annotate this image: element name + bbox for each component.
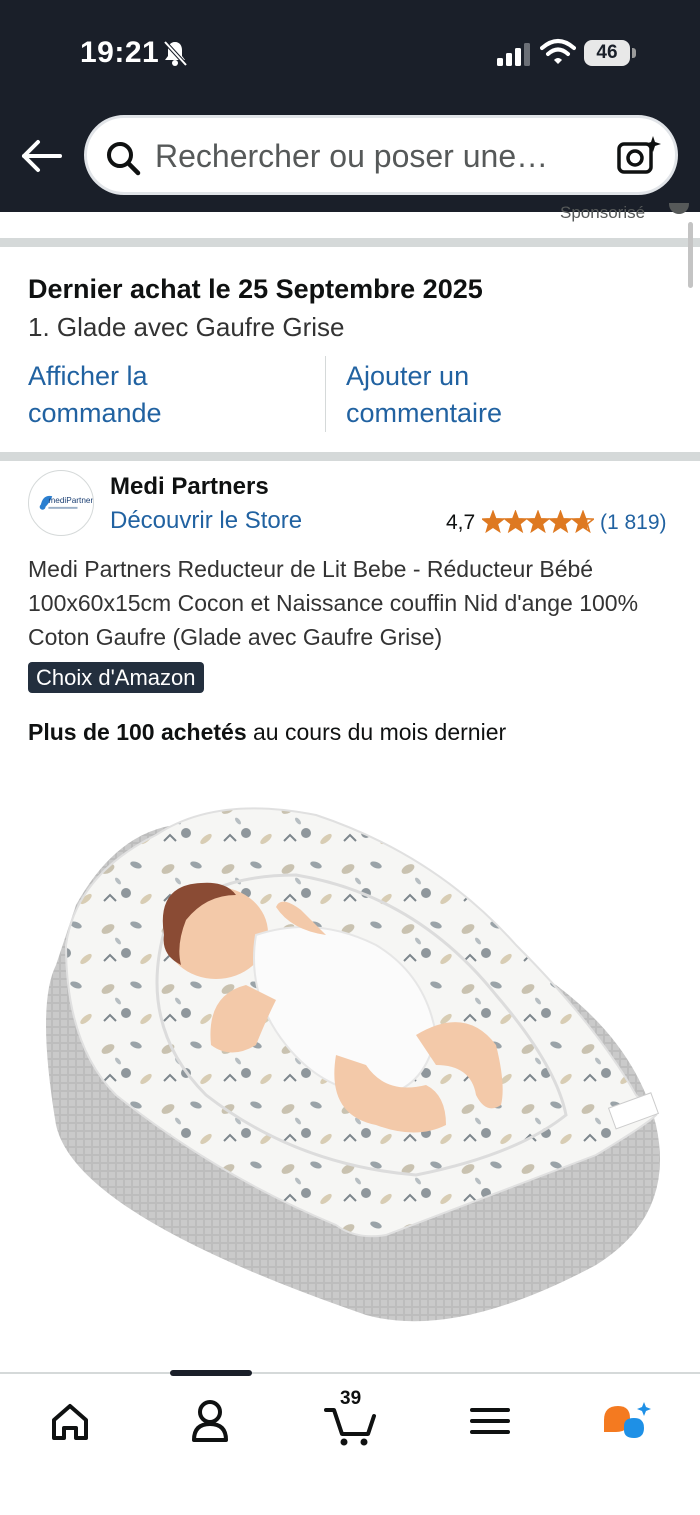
last-order-item: 1. Glade avec Gaufre Grise	[28, 312, 345, 342]
signal-icon	[497, 43, 530, 66]
star-icon	[527, 511, 549, 532]
top-bar: 19:21 46	[0, 0, 700, 212]
product-title[interactable]: Medi Partners Reducteur de Lit Bebe - Ré…	[28, 552, 678, 654]
section-divider	[0, 238, 700, 247]
wifi-icon	[540, 39, 576, 64]
back-arrow-icon[interactable]	[18, 134, 66, 178]
purchase-count: Plus de 100 achetés au cours du mois der…	[28, 719, 506, 746]
status-bar: 19:21 46	[0, 0, 700, 105]
brand-logo-text: mediPartners	[48, 496, 93, 505]
product-image[interactable]	[36, 795, 666, 1325]
section-divider	[0, 452, 700, 461]
brand-logo[interactable]: mediPartners	[28, 470, 94, 536]
rating-count[interactable]: (1 819)	[600, 511, 667, 535]
scrollbar[interactable]	[688, 222, 693, 288]
add-comment-link[interactable]: Ajouter un commentaire	[346, 358, 606, 432]
star-icon	[482, 511, 504, 532]
amazon-choice-badge: Choix d'Amazon	[28, 662, 204, 693]
menu-icon[interactable]	[460, 1396, 520, 1446]
battery-tip	[632, 48, 636, 58]
search-bar[interactable]	[84, 115, 678, 195]
star-icon	[505, 511, 526, 532]
sponsored-label: Sponsorisé	[560, 203, 646, 222]
purchase-count-strong: Plus de 100 achetés	[28, 719, 247, 745]
link-separator	[325, 356, 326, 432]
purchase-count-rest: au cours du mois dernier	[246, 719, 507, 745]
view-order-link[interactable]: Afficher la commande	[28, 358, 268, 432]
info-icon[interactable]	[668, 203, 690, 223]
brand-logo-graphic: mediPartners	[39, 495, 93, 510]
cart-count-badge: 39	[340, 1388, 362, 1409]
account-icon[interactable]	[180, 1396, 240, 1446]
active-tab-indicator	[170, 1370, 252, 1376]
rating-value: 4,7	[446, 511, 476, 534]
home-icon[interactable]	[40, 1396, 100, 1446]
rating-stars[interactable]	[482, 510, 594, 534]
brand-name: Medi Partners	[110, 473, 269, 500]
search-icon	[107, 142, 141, 176]
last-order-title: Dernier achat le 25 Septembre 2025	[28, 274, 483, 304]
battery-level: 46	[584, 40, 630, 66]
rufus-icon[interactable]	[598, 1396, 658, 1446]
store-link[interactable]: Découvrir le Store	[110, 507, 302, 535]
bell-off-icon	[163, 40, 188, 67]
status-time: 19:21	[80, 36, 160, 69]
star-icon	[550, 511, 571, 532]
camera-sparkle-icon[interactable]	[615, 134, 661, 178]
battery-icon: 46	[584, 40, 636, 66]
search-input[interactable]	[155, 132, 605, 180]
